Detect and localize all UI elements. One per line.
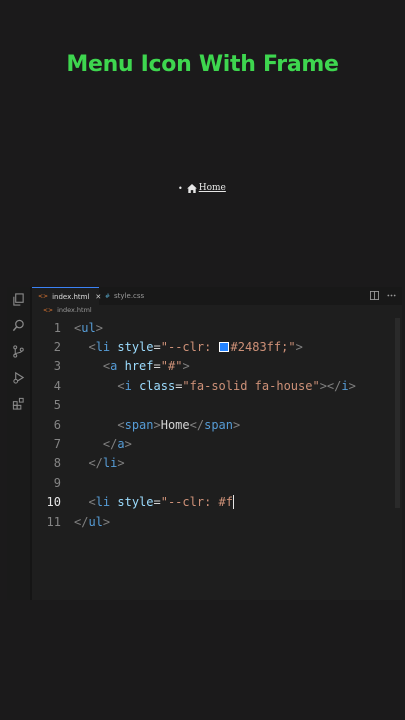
vertical-scrollbar[interactable]: [395, 318, 400, 508]
code-editor: <> index.html ✕ # style.css <> index.htm…: [7, 287, 402, 600]
line-content: </li>: [88, 456, 125, 471]
code-line: 7 </a>: [32, 434, 402, 453]
breadcrumb-file[interactable]: index.html: [57, 306, 92, 314]
code-line: 5: [32, 396, 402, 415]
tab-label: style.css: [114, 292, 145, 300]
home-link[interactable]: Home: [199, 183, 226, 193]
line-number: 10: [46, 495, 61, 510]
search-icon[interactable]: [12, 319, 25, 332]
line-content: <ul>: [74, 320, 103, 335]
explorer-icon[interactable]: [12, 293, 25, 306]
video-title: Menu Icon With Frame: [66, 52, 339, 77]
house-icon: [186, 183, 197, 193]
line-content: </a>: [102, 437, 132, 452]
code-area[interactable]: 1 <ul> 2 <li style="--clr: #2483ff;"> 3 …: [32, 318, 402, 531]
code-line: 8 </li>: [32, 454, 402, 473]
code-line-current: 10 <li style="--clr: #f: [32, 493, 402, 512]
line-number: 4: [53, 378, 61, 393]
line-content: </ul>: [74, 514, 111, 529]
more-actions-icon[interactable]: [387, 291, 396, 300]
line-number: 11: [46, 514, 61, 529]
breadcrumb: <> index.html: [43, 306, 92, 314]
line-content: <span>Home</span>: [117, 417, 241, 432]
code-line: 2 <li style="--clr: #2483ff;">: [32, 337, 402, 356]
code-line: 4 <i class="fa-solid fa-house"></i>: [32, 376, 402, 395]
html-file-icon: <>: [43, 306, 54, 314]
extensions-icon[interactable]: [12, 397, 25, 410]
list-bullet: •: [178, 183, 183, 193]
line-number: 6: [53, 417, 61, 432]
tab-index-html[interactable]: <> index.html ✕: [32, 287, 101, 305]
code-line: 1 <ul>: [32, 318, 402, 337]
line-number: 7: [53, 437, 61, 452]
tab-label: index.html: [52, 292, 90, 301]
code-line: 9: [32, 473, 402, 492]
split-editor-icon[interactable]: [370, 291, 379, 300]
code-line: 11 </ul>: [32, 512, 402, 531]
text-cursor: [232, 495, 235, 510]
line-number: 8: [53, 456, 61, 471]
editor-actions: [370, 291, 396, 300]
line-content: <i class="fa-solid fa-house"></i>: [117, 378, 356, 393]
css-file-icon: #: [105, 292, 111, 300]
source-control-icon[interactable]: [12, 345, 25, 358]
tab-bar: <> index.html ✕ # style.css: [32, 287, 402, 305]
color-swatch[interactable]: [218, 342, 229, 353]
line-content: <li style="--clr: #2483ff;">: [88, 340, 303, 355]
code-line: 6 <span>Home</span>: [32, 415, 402, 434]
html-file-icon: <>: [38, 293, 49, 300]
code-line: 3 <a href="#">: [32, 357, 402, 376]
line-number: 9: [53, 475, 61, 490]
browser-preview: • Home: [178, 183, 226, 193]
tab-style-css[interactable]: # style.css: [99, 287, 163, 305]
line-content: <a href="#">: [102, 359, 190, 374]
activity-bar: [7, 287, 30, 600]
line-number: 1: [53, 320, 61, 335]
line-number: 5: [53, 398, 61, 413]
line-number: 3: [53, 359, 61, 374]
line-number: 2: [53, 340, 61, 355]
line-content: <li style="--clr: #f: [88, 495, 235, 510]
run-debug-icon[interactable]: [12, 371, 25, 384]
